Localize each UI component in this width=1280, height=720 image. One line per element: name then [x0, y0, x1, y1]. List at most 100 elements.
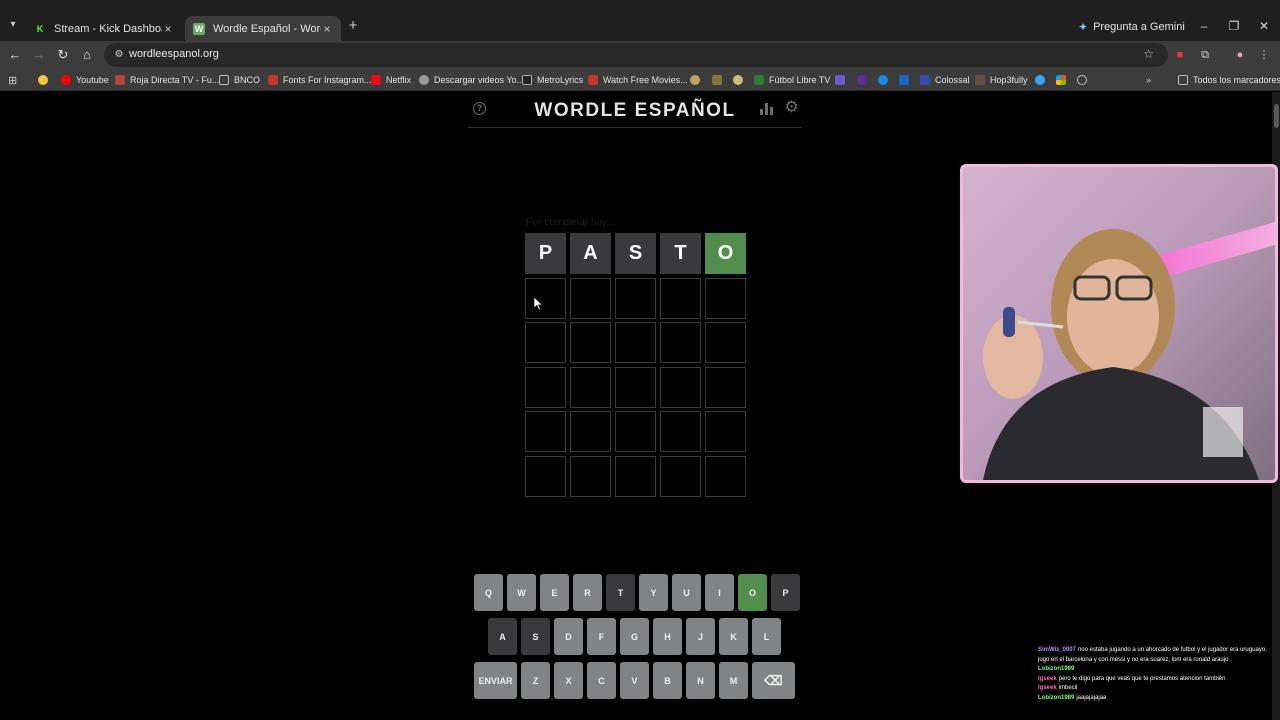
chat-message: SimWiz_0007 noo estaba jugando a un ahorc… — [1038, 646, 1274, 665]
close-tab-icon[interactable]: × — [321, 22, 333, 36]
key-i[interactable]: I — [705, 574, 734, 611]
board-tile — [525, 322, 566, 363]
key-j[interactable]: J — [686, 618, 715, 655]
stats-icon[interactable] — [760, 103, 773, 115]
key-e[interactable]: E — [540, 574, 569, 611]
bookmark-netflix[interactable]: Netflix — [371, 73, 411, 87]
bookmark-star-icon[interactable]: ☆ — [1143, 47, 1154, 61]
key-y[interactable]: Y — [639, 574, 668, 611]
minimize-icon[interactable]: – — [1196, 18, 1212, 34]
gear-icon[interactable]: ⚙ — [783, 99, 800, 116]
gemini-button[interactable]: ✦ Pregunta a Gemini — [1078, 18, 1185, 36]
bookmark-icon-7[interactable] — [899, 73, 909, 87]
mouse-cursor-icon — [534, 297, 544, 311]
board-tile — [660, 322, 701, 363]
bookmark-all[interactable]: Todos los marcadores — [1178, 73, 1280, 87]
key-g[interactable]: G — [620, 618, 649, 655]
bookmark-descargar-videos[interactable]: Descargar videos Yo... — [419, 73, 524, 87]
bookmark-icon-5[interactable] — [857, 73, 867, 87]
bookmark-icon-2[interactable] — [712, 73, 722, 87]
board-tile: A — [570, 233, 611, 274]
tab-kick-dashboard[interactable]: K Stream - Kick Dashboard × — [26, 16, 182, 41]
key-k[interactable]: K — [719, 618, 748, 655]
board-tile — [615, 411, 656, 452]
bookmark-icon-4[interactable] — [835, 73, 845, 87]
extensions-puzzle-icon[interactable]: ⧉ — [1197, 47, 1213, 63]
key-z[interactable]: Z — [521, 662, 550, 699]
bookmark-colossal[interactable]: Colossal — [920, 73, 970, 87]
wordle-header: ? WORDLE ESPAÑOL ⚙ — [468, 92, 802, 128]
address-bar[interactable]: ⚙ wordleespanol.org ☆ — [104, 43, 1168, 67]
key-x[interactable]: X — [554, 662, 583, 699]
site-info-icon[interactable]: ⚙ — [112, 48, 126, 62]
new-tab-icon[interactable]: + — [345, 18, 361, 34]
tab-wordle[interactable]: W Wordle Español - Wordle ilimita × — [185, 16, 341, 41]
key-s[interactable]: S — [521, 618, 550, 655]
chat-username: Lobizon1989 — [1038, 694, 1075, 701]
key-r[interactable]: R — [573, 574, 602, 611]
board-tile — [615, 322, 656, 363]
forward-icon[interactable]: → — [31, 47, 47, 63]
bookmark-icon-10[interactable] — [1077, 73, 1087, 87]
back-icon[interactable]: ← — [7, 47, 23, 63]
bookmarks-bar: ⊞ Youtube Roja Directa TV - Fu... BNCO F… — [0, 69, 1280, 91]
apps-grid-icon[interactable]: ⊞ — [8, 73, 17, 87]
tab-title: Stream - Kick Dashboard — [54, 22, 162, 35]
scrollbar-thumb[interactable] — [1274, 104, 1279, 128]
toolbar: ← → ↻ ⌂ ⚙ wordleespanol.org ☆ — [0, 41, 1280, 69]
streamer-video — [963, 167, 1275, 480]
key-l[interactable]: L — [752, 618, 781, 655]
bookmark-fonts[interactable]: Fonts For Instagram... — [268, 73, 372, 87]
close-tab-icon[interactable]: × — [162, 22, 174, 36]
home-icon[interactable]: ⌂ — [79, 47, 95, 63]
key-h[interactable]: H — [653, 618, 682, 655]
key-w[interactable]: W — [507, 574, 536, 611]
menu-kebab-icon[interactable]: ⋮ — [1256, 47, 1272, 63]
key-u[interactable]: U — [672, 574, 701, 611]
close-window-icon[interactable]: ✕ — [1256, 18, 1272, 34]
bookmark-icon-8[interactable] — [1035, 73, 1045, 87]
key-a[interactable]: A — [488, 618, 517, 655]
board-tile — [705, 411, 746, 452]
bookmark-icon-9[interactable] — [1056, 73, 1066, 87]
url-text: wordleespanol.org — [129, 48, 219, 60]
bookmark-bnco[interactable]: BNCO — [219, 73, 260, 87]
key-m[interactable]: M — [719, 662, 748, 699]
bookmark-icon-3[interactable] — [733, 73, 743, 87]
key-c[interactable]: C — [587, 662, 616, 699]
bookmark-youtube[interactable]: Youtube — [61, 73, 109, 87]
more-bookmarks-icon[interactable]: » — [1146, 73, 1151, 87]
key-n[interactable]: N — [686, 662, 715, 699]
key-o[interactable]: O — [738, 574, 767, 611]
board-tile — [570, 455, 611, 497]
bookmark-metrolyrics[interactable]: MetroLyrics — [522, 73, 583, 87]
page-title: WORDLE ESPAÑOL — [534, 100, 736, 121]
key-q[interactable]: Q — [474, 574, 503, 611]
board-tile — [660, 366, 701, 408]
chat-message: Lobizon1989 — [1038, 665, 1274, 675]
bookmark-icon-1[interactable] — [690, 73, 700, 87]
stream-chat: SimWiz_0007 noo estaba jugando a un ahorc… — [1038, 646, 1274, 703]
bookmark-roja-directa[interactable]: Roja Directa TV - Fu... — [115, 73, 219, 87]
key-b[interactable]: B — [653, 662, 682, 699]
backspace-key[interactable]: ⌫ — [752, 662, 795, 699]
key-t[interactable]: T — [606, 574, 635, 611]
bookmark-hop3fully[interactable]: Hop3fully — [975, 73, 1028, 87]
extension-icon[interactable]: ■ — [1172, 47, 1188, 63]
bookmark-watch-free-movies[interactable]: Watch Free Movies... — [588, 73, 688, 87]
bookmark-emoji[interactable] — [38, 73, 48, 87]
reload-icon[interactable]: ↻ — [55, 47, 71, 63]
enter-key[interactable]: ENVIAR — [474, 662, 517, 699]
chat-message: lgseek imbecil — [1038, 684, 1274, 694]
tab-search-icon[interactable]: ▾ — [6, 18, 20, 32]
bookmark-icon-6[interactable] — [878, 73, 888, 87]
restore-icon[interactable]: ❐ — [1226, 18, 1242, 34]
chat-text: jaajajajajaa — [1076, 694, 1107, 701]
bookmark-futbol-libre[interactable]: Fútbol Libre TV — [754, 73, 830, 87]
key-v[interactable]: V — [620, 662, 649, 699]
key-f[interactable]: F — [587, 618, 616, 655]
key-d[interactable]: D — [554, 618, 583, 655]
profile-avatar-icon[interactable]: ● — [1232, 47, 1248, 63]
kick-favicon-icon: K — [36, 23, 44, 34]
key-p[interactable]: P — [771, 574, 800, 611]
